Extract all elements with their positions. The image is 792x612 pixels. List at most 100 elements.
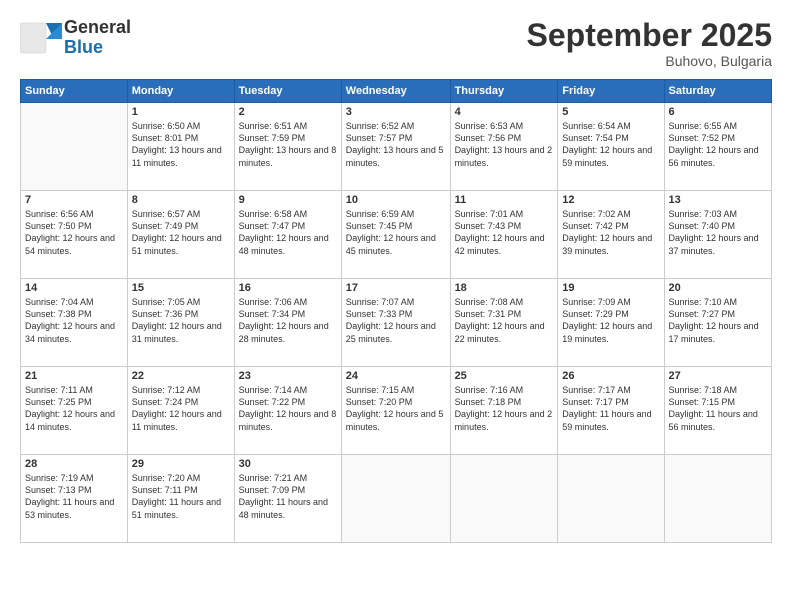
day-number: 26 [562,370,659,382]
day-number: 9 [239,194,337,206]
cell-info: Sunrise: 7:15 AMSunset: 7:20 PMDaylight:… [346,385,444,431]
cell-info: Sunrise: 7:10 AMSunset: 7:27 PMDaylight:… [669,297,759,343]
table-row: 15 Sunrise: 7:05 AMSunset: 7:36 PMDaylig… [127,279,234,367]
day-number: 25 [455,370,554,382]
day-number: 6 [669,106,767,118]
cell-info: Sunrise: 6:52 AMSunset: 7:57 PMDaylight:… [346,121,444,167]
table-row: 7 Sunrise: 6:56 AMSunset: 7:50 PMDayligh… [21,191,128,279]
day-number: 29 [132,458,230,470]
cell-info: Sunrise: 7:09 AMSunset: 7:29 PMDaylight:… [562,297,652,343]
table-row: 19 Sunrise: 7:09 AMSunset: 7:29 PMDaylig… [558,279,664,367]
cell-info: Sunrise: 7:07 AMSunset: 7:33 PMDaylight:… [346,297,436,343]
day-number: 28 [25,458,123,470]
page: General Blue September 2025 Buhovo, Bulg… [0,0,792,612]
calendar-week-row: 28 Sunrise: 7:19 AMSunset: 7:13 PMDaylig… [21,455,772,543]
day-number: 12 [562,194,659,206]
table-row: 6 Sunrise: 6:55 AMSunset: 7:52 PMDayligh… [664,103,771,191]
table-row [558,455,664,543]
cell-info: Sunrise: 7:08 AMSunset: 7:31 PMDaylight:… [455,297,545,343]
day-number: 18 [455,282,554,294]
logo-icon [20,19,62,57]
table-row: 4 Sunrise: 6:53 AMSunset: 7:56 PMDayligh… [450,103,558,191]
table-row [21,103,128,191]
day-number: 20 [669,282,767,294]
table-row: 5 Sunrise: 6:54 AMSunset: 7:54 PMDayligh… [558,103,664,191]
cell-info: Sunrise: 6:56 AMSunset: 7:50 PMDaylight:… [25,209,115,255]
day-number: 15 [132,282,230,294]
calendar-header-row: Sunday Monday Tuesday Wednesday Thursday… [21,80,772,103]
day-number: 14 [25,282,123,294]
col-sunday: Sunday [21,80,128,103]
table-row: 16 Sunrise: 7:06 AMSunset: 7:34 PMDaylig… [234,279,341,367]
day-number: 4 [455,106,554,118]
col-monday: Monday [127,80,234,103]
calendar-week-row: 21 Sunrise: 7:11 AMSunset: 7:25 PMDaylig… [21,367,772,455]
calendar-week-row: 7 Sunrise: 6:56 AMSunset: 7:50 PMDayligh… [21,191,772,279]
table-row: 2 Sunrise: 6:51 AMSunset: 7:59 PMDayligh… [234,103,341,191]
col-tuesday: Tuesday [234,80,341,103]
table-row: 18 Sunrise: 7:08 AMSunset: 7:31 PMDaylig… [450,279,558,367]
table-row: 25 Sunrise: 7:16 AMSunset: 7:18 PMDaylig… [450,367,558,455]
table-row [664,455,771,543]
cell-info: Sunrise: 7:05 AMSunset: 7:36 PMDaylight:… [132,297,222,343]
cell-info: Sunrise: 6:55 AMSunset: 7:52 PMDaylight:… [669,121,759,167]
table-row: 23 Sunrise: 7:14 AMSunset: 7:22 PMDaylig… [234,367,341,455]
cell-info: Sunrise: 7:18 AMSunset: 7:15 PMDaylight:… [669,385,758,431]
table-row: 21 Sunrise: 7:11 AMSunset: 7:25 PMDaylig… [21,367,128,455]
title-block: September 2025 Buhovo, Bulgaria [527,18,772,69]
table-row: 26 Sunrise: 7:17 AMSunset: 7:17 PMDaylig… [558,367,664,455]
calendar-week-row: 14 Sunrise: 7:04 AMSunset: 7:38 PMDaylig… [21,279,772,367]
logo-text: General Blue [64,18,131,58]
table-row: 11 Sunrise: 7:01 AMSunset: 7:43 PMDaylig… [450,191,558,279]
day-number: 10 [346,194,446,206]
cell-info: Sunrise: 7:16 AMSunset: 7:18 PMDaylight:… [455,385,553,431]
cell-info: Sunrise: 7:19 AMSunset: 7:13 PMDaylight:… [25,473,114,519]
day-number: 11 [455,194,554,206]
day-number: 24 [346,370,446,382]
location: Buhovo, Bulgaria [527,53,772,69]
cell-info: Sunrise: 7:01 AMSunset: 7:43 PMDaylight:… [455,209,545,255]
cell-info: Sunrise: 6:54 AMSunset: 7:54 PMDaylight:… [562,121,652,167]
cell-info: Sunrise: 7:20 AMSunset: 7:11 PMDaylight:… [132,473,221,519]
cell-info: Sunrise: 7:21 AMSunset: 7:09 PMDaylight:… [239,473,328,519]
table-row: 28 Sunrise: 7:19 AMSunset: 7:13 PMDaylig… [21,455,128,543]
cell-info: Sunrise: 7:11 AMSunset: 7:25 PMDaylight:… [25,385,115,431]
day-number: 30 [239,458,337,470]
table-row: 27 Sunrise: 7:18 AMSunset: 7:15 PMDaylig… [664,367,771,455]
calendar-week-row: 1 Sunrise: 6:50 AMSunset: 8:01 PMDayligh… [21,103,772,191]
table-row: 13 Sunrise: 7:03 AMSunset: 7:40 PMDaylig… [664,191,771,279]
logo: General Blue [20,18,131,58]
table-row: 12 Sunrise: 7:02 AMSunset: 7:42 PMDaylig… [558,191,664,279]
table-row [341,455,450,543]
logo-blue-text: Blue [64,38,131,58]
cell-info: Sunrise: 7:04 AMSunset: 7:38 PMDaylight:… [25,297,115,343]
cell-info: Sunrise: 7:12 AMSunset: 7:24 PMDaylight:… [132,385,222,431]
table-row: 24 Sunrise: 7:15 AMSunset: 7:20 PMDaylig… [341,367,450,455]
day-number: 21 [25,370,123,382]
header: General Blue September 2025 Buhovo, Bulg… [20,18,772,69]
day-number: 8 [132,194,230,206]
month-title: September 2025 [527,18,772,53]
table-row: 30 Sunrise: 7:21 AMSunset: 7:09 PMDaylig… [234,455,341,543]
table-row: 22 Sunrise: 7:12 AMSunset: 7:24 PMDaylig… [127,367,234,455]
day-number: 17 [346,282,446,294]
day-number: 27 [669,370,767,382]
day-number: 1 [132,106,230,118]
logo-general-text: General [64,18,131,38]
table-row: 20 Sunrise: 7:10 AMSunset: 7:27 PMDaylig… [664,279,771,367]
cell-info: Sunrise: 6:57 AMSunset: 7:49 PMDaylight:… [132,209,222,255]
cell-info: Sunrise: 6:50 AMSunset: 8:01 PMDaylight:… [132,121,222,167]
day-number: 16 [239,282,337,294]
col-saturday: Saturday [664,80,771,103]
col-friday: Friday [558,80,664,103]
cell-info: Sunrise: 7:02 AMSunset: 7:42 PMDaylight:… [562,209,652,255]
cell-info: Sunrise: 7:03 AMSunset: 7:40 PMDaylight:… [669,209,759,255]
col-wednesday: Wednesday [341,80,450,103]
calendar-table: Sunday Monday Tuesday Wednesday Thursday… [20,79,772,543]
cell-info: Sunrise: 7:17 AMSunset: 7:17 PMDaylight:… [562,385,651,431]
table-row: 9 Sunrise: 6:58 AMSunset: 7:47 PMDayligh… [234,191,341,279]
cell-info: Sunrise: 6:51 AMSunset: 7:59 PMDaylight:… [239,121,337,167]
day-number: 3 [346,106,446,118]
table-row: 1 Sunrise: 6:50 AMSunset: 8:01 PMDayligh… [127,103,234,191]
day-number: 2 [239,106,337,118]
